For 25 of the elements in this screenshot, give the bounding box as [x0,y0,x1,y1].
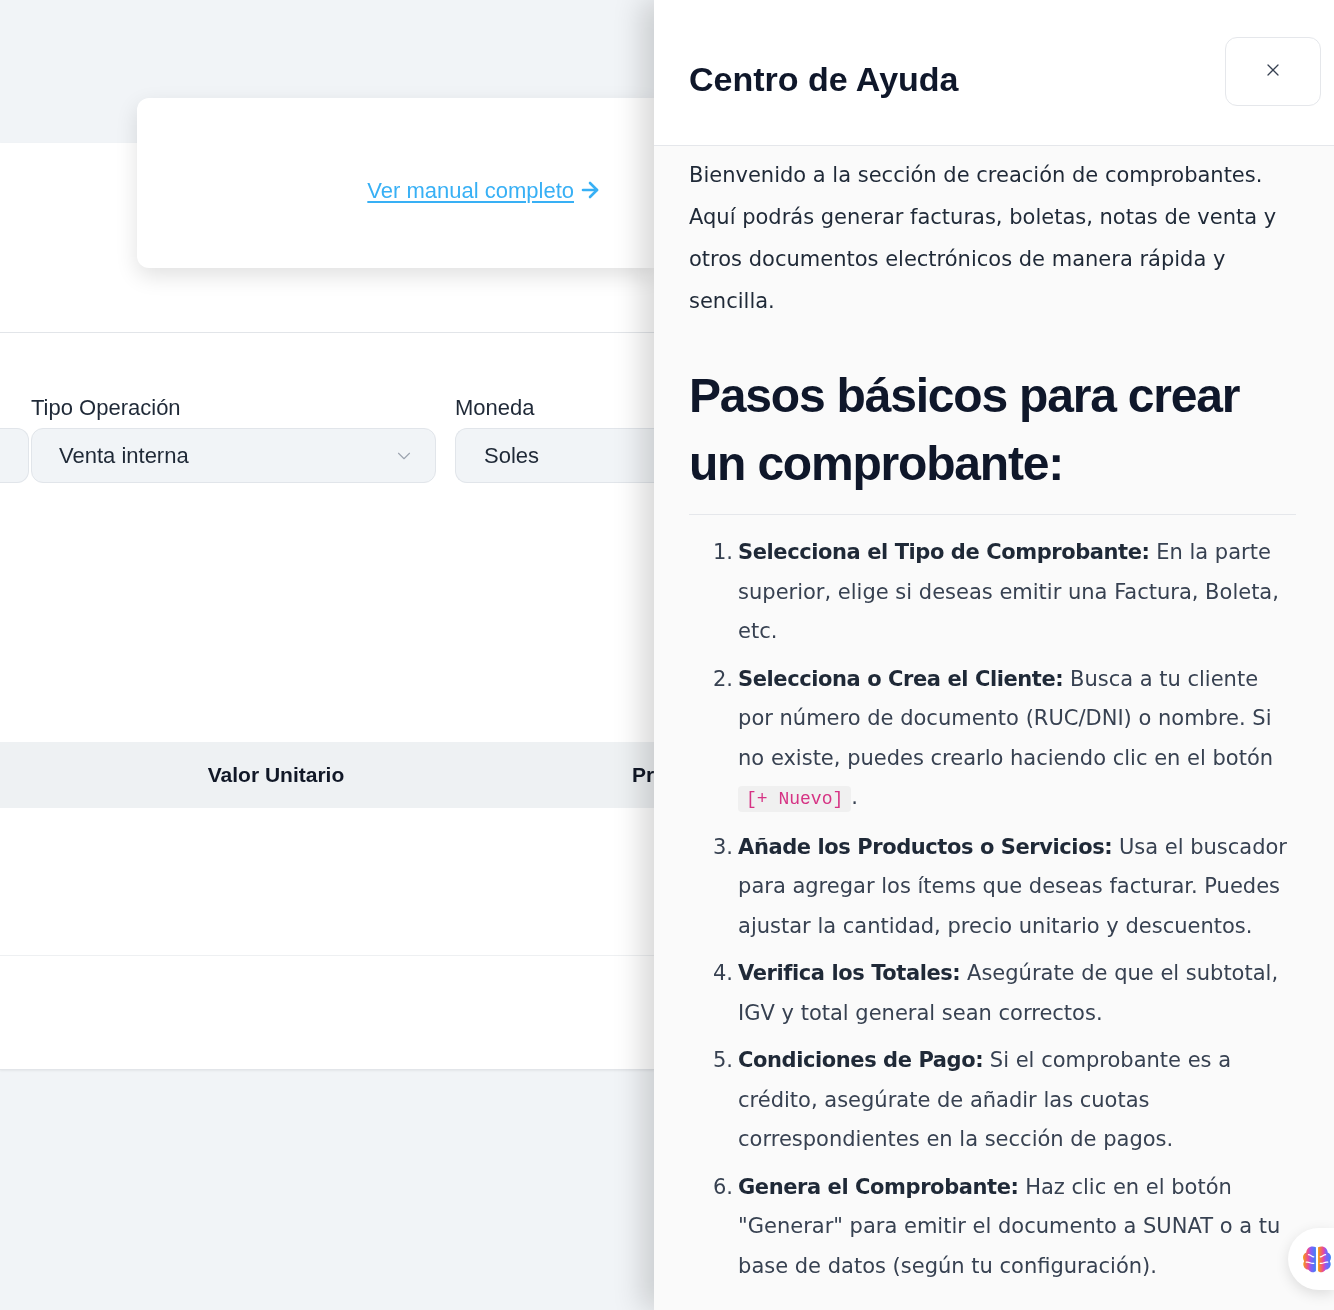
step-text: Selecciona el Tipo de Comprobante: En la parte superior, elige si deseas emitir una Factura, Boleta, etc. [738,539,1280,645]
section-heading: Pasos básicos para crear un comprobante: [689,368,1241,492]
step-text: Añade los Productos o Servicios: Usa el buscador para agregar los ítems que deseas facturar. Puedes ajustar la cantidad, precio unitario y descuentos. [738,833,1288,940]
step-number: 4. [713,960,734,987]
step-number: 3. [713,833,734,861]
close-button[interactable] [1225,37,1321,106]
intro-paragraph: Bienvenido a la sección de creación de comprobantes. Aquí podrás generar facturas, boletas, notas de venta y otros documentos electrónicos de manera rápida y sencilla. [689,162,1278,315]
input-field[interactable]: Soles [455,428,654,483]
column-header: Pr [632,762,654,789]
step-text: Verifica los Totales: Asegúrate de que el subtotal, IGV y total general sean correctos. [738,960,1280,1027]
field-label: Moneda [455,394,535,422]
column-header: Valor Unitario [207,762,345,789]
step-text: Genera el Comprobante: Haz clic en el botón "Generar" para emitir el documento a SUNAT o a tu base de datos (según tu configuración). [738,1173,1282,1280]
brain-icon [1302,1244,1332,1274]
select-field[interactable]: Venta interna [31,428,436,483]
step-number: 2. [713,665,734,693]
step-number: 6. [713,1173,734,1201]
field-label: Tipo Operación [31,394,181,422]
code-snippet: [+ Nuevo] [738,786,852,812]
input-field[interactable] [0,428,29,483]
step-text: Condiciones de Pago: Si el comprobante es a crédito, asegúrate de añadir las cuotas correspondientes en la sección de pagos. [738,1047,1233,1153]
step-number: 1. [713,539,734,566]
step-number: 5. [713,1047,734,1074]
step-text: Selecciona o Crea el Cliente: Busca a tu cliente por número de documento (RUC/DNI) o nombre. Si no existe, puedes crearlo haciendo clic en el botón [+ Nuevo] . [738,659,1290,820]
panel-title: Centro de Ayuda [689,59,959,100]
